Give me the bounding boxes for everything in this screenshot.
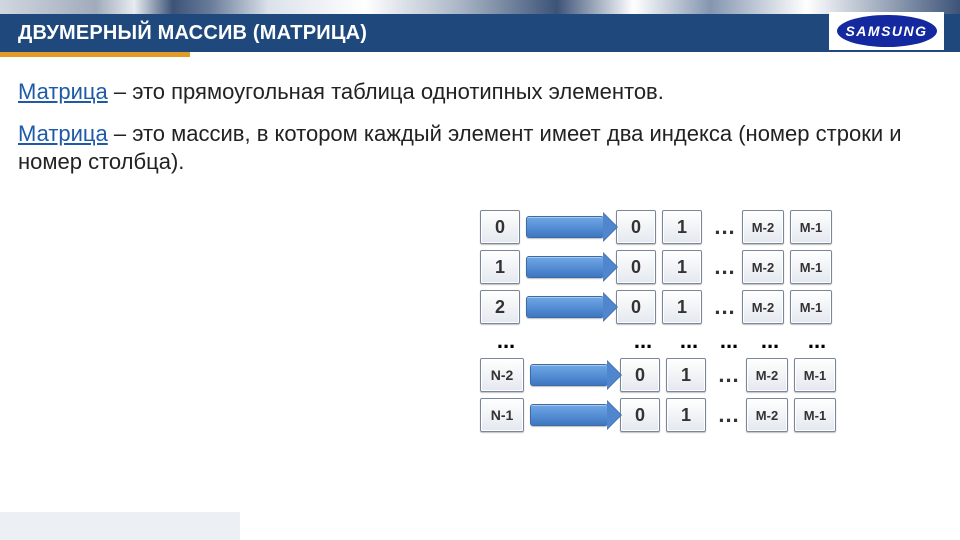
col-cell: 0 bbox=[616, 210, 656, 244]
diagram-row: 0 0 1 ... M-2 M-1 bbox=[480, 210, 930, 244]
row-index-cell: 0 bbox=[480, 210, 520, 244]
col-cell: 0 bbox=[616, 250, 656, 284]
ellipsis: ... bbox=[746, 328, 794, 354]
col-cell: 0 bbox=[620, 398, 660, 432]
row-index-cell: N-2 bbox=[480, 358, 524, 392]
header-accent bbox=[0, 52, 190, 57]
definition-1-text: – это прямоугольная таблица однотипных э… bbox=[108, 79, 664, 104]
arrow-icon bbox=[530, 364, 608, 386]
col-cell: 1 bbox=[662, 210, 702, 244]
col-cell: M-2 bbox=[742, 210, 784, 244]
col-cell: M-1 bbox=[790, 210, 832, 244]
col-cell: 1 bbox=[662, 250, 702, 284]
col-cell: 1 bbox=[666, 398, 706, 432]
bg-photo-strip bbox=[0, 0, 960, 14]
definition-2: Матрица – это массив, в котором каждый э… bbox=[18, 120, 942, 176]
ellipsis: ... bbox=[620, 328, 666, 354]
definition-2-term: Матрица bbox=[18, 121, 108, 146]
col-cell: 1 bbox=[662, 290, 702, 324]
row-index-cell: 2 bbox=[480, 290, 520, 324]
samsung-logo: SAMSUNG bbox=[837, 15, 937, 47]
ellipsis: ... bbox=[713, 362, 745, 388]
ellipsis: ... bbox=[709, 214, 741, 240]
col-cell: M-2 bbox=[746, 358, 788, 392]
page-title: ДВУМЕРНЫЙ МАССИВ (МАТРИЦА) bbox=[18, 22, 367, 45]
diagram-row: 1 0 1 ... M-2 M-1 bbox=[480, 250, 930, 284]
definition-1: Матрица – это прямоугольная таблица одно… bbox=[18, 78, 942, 106]
arrow-icon bbox=[526, 296, 604, 318]
col-cell: M-2 bbox=[742, 290, 784, 324]
diagram-row: N-1 0 1 ... M-2 M-1 bbox=[480, 398, 930, 432]
definition-1-term: Матрица bbox=[18, 79, 108, 104]
row-index-cell: 1 bbox=[480, 250, 520, 284]
arrow-icon bbox=[526, 256, 604, 278]
col-cell: M-2 bbox=[746, 398, 788, 432]
ellipsis: ... bbox=[709, 254, 741, 280]
col-cell: M-1 bbox=[794, 398, 836, 432]
definition-2-text: – это массив, в котором каждый элемент и… bbox=[18, 121, 902, 174]
row-index-cell: N-1 bbox=[480, 398, 524, 432]
col-cell: 1 bbox=[666, 358, 706, 392]
ellipsis: ... bbox=[709, 294, 741, 320]
diagram-ellipsis-row: ... ... ... ... ... ... bbox=[480, 330, 930, 352]
col-cell: M-2 bbox=[742, 250, 784, 284]
ellipsis: ... bbox=[480, 328, 532, 354]
ellipsis: ... bbox=[713, 402, 745, 428]
col-cell: M-1 bbox=[790, 290, 832, 324]
col-cell: 0 bbox=[620, 358, 660, 392]
arrow-icon bbox=[526, 216, 604, 238]
diagram-row: N-2 0 1 ... M-2 M-1 bbox=[480, 358, 930, 392]
content: Матрица – это прямоугольная таблица одно… bbox=[18, 78, 942, 190]
col-cell: M-1 bbox=[794, 358, 836, 392]
logo-box: SAMSUNG bbox=[829, 12, 944, 50]
matrix-diagram: 0 0 1 ... M-2 M-1 1 0 1 ... M-2 M-1 2 0 … bbox=[480, 210, 930, 438]
ellipsis: ... bbox=[666, 328, 712, 354]
ellipsis: ... bbox=[712, 328, 746, 354]
col-cell: 0 bbox=[616, 290, 656, 324]
header-bar: ДВУМЕРНЫЙ МАССИВ (МАТРИЦА) bbox=[0, 14, 960, 52]
footer-accent-box bbox=[0, 512, 240, 540]
ellipsis: ... bbox=[794, 328, 840, 354]
arrow-icon bbox=[530, 404, 608, 426]
diagram-row: 2 0 1 ... M-2 M-1 bbox=[480, 290, 930, 324]
col-cell: M-1 bbox=[790, 250, 832, 284]
